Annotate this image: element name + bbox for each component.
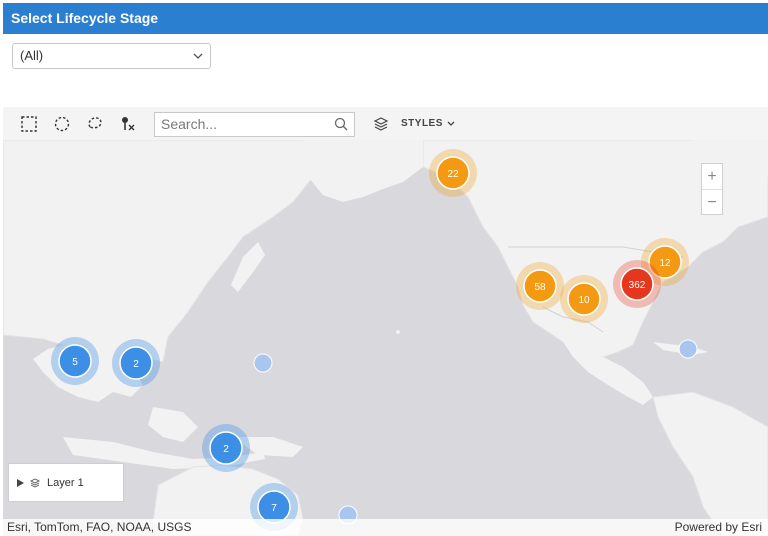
- layer-list-panel: Layer 1: [8, 463, 124, 502]
- lifecycle-stage-select[interactable]: (All): [12, 43, 211, 69]
- cluster-marker[interactable]: 5: [51, 337, 99, 385]
- cluster-count: 2: [133, 359, 139, 370]
- page-title: Select Lifecycle Stage: [11, 10, 159, 26]
- chevron-down-icon: [193, 53, 203, 59]
- cluster-count: 7: [271, 503, 277, 514]
- layer-list-item-label[interactable]: Layer 1: [47, 477, 84, 489]
- cluster-marker[interactable]: 2: [202, 424, 250, 472]
- cluster-count: 5: [72, 357, 78, 368]
- cluster-count: 12: [659, 258, 671, 269]
- powered-by-esri-link[interactable]: Powered by Esri: [675, 519, 762, 536]
- cluster-count: 22: [447, 169, 459, 180]
- single-point-marker[interactable]: [253, 353, 273, 373]
- page-header: Select Lifecycle Stage: [3, 3, 768, 34]
- layer-icon: [30, 478, 40, 488]
- cluster-marker[interactable]: 10: [560, 275, 608, 323]
- cluster-marker[interactable]: 58: [516, 262, 564, 310]
- cluster-marker[interactable]: 22: [429, 149, 477, 197]
- cluster-count: 58: [534, 282, 546, 293]
- attribution-sources: Esri, TomTom, FAO, NOAA, USGS: [7, 520, 192, 534]
- map-view[interactable]: Search... STYLES + − 22 12 58 10 362 5 2…: [3, 107, 768, 536]
- cluster-count: 362: [629, 280, 646, 291]
- map-attribution: Esri, TomTom, FAO, NOAA, USGS Powered by…: [3, 519, 768, 536]
- expand-triangle-icon[interactable]: [17, 479, 24, 487]
- cluster-count: 10: [578, 295, 590, 306]
- single-point-marker[interactable]: [678, 339, 698, 359]
- cluster-marker[interactable]: 362: [613, 260, 661, 308]
- lifecycle-stage-value: (All): [20, 48, 44, 63]
- cluster-marker[interactable]: 2: [112, 339, 160, 387]
- cluster-count: 2: [223, 444, 229, 455]
